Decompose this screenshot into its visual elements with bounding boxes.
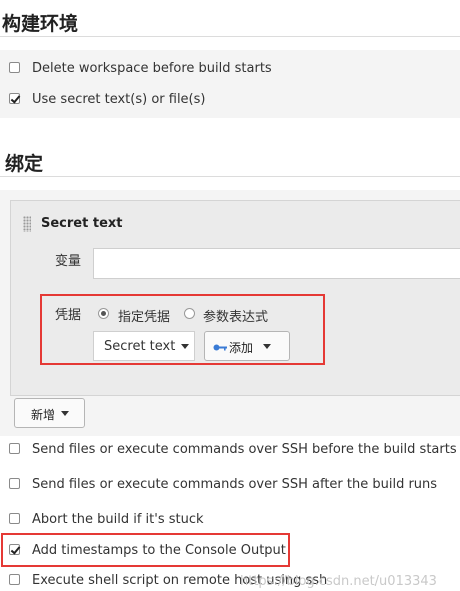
timestamps-highlight: [1, 533, 290, 567]
delete-workspace-label: Delete workspace before build starts: [32, 61, 272, 76]
credentials-highlight: [40, 294, 325, 365]
divider: [0, 176, 460, 177]
new-binding-label: 新增: [31, 408, 56, 422]
section-title-build-env: 构建环境: [2, 13, 79, 35]
ssh-after-checkbox[interactable]: [9, 478, 20, 489]
variable-input[interactable]: [93, 248, 460, 279]
ssh-before-label: Send files or execute commands over SSH …: [32, 442, 457, 457]
secret-text-title: Secret text: [41, 216, 123, 231]
use-secret-checkbox[interactable]: [9, 93, 20, 104]
watermark: https://blog.csdn.net/u013343: [240, 574, 437, 589]
use-secret-label: Use secret text(s) or file(s): [32, 92, 206, 107]
ssh-before-checkbox[interactable]: [9, 443, 20, 454]
abort-stuck-label: Abort the build if it's stuck: [32, 512, 204, 527]
ssh-after-label: Send files or execute commands over SSH …: [32, 477, 438, 492]
abort-stuck-checkbox[interactable]: [9, 513, 20, 524]
remote-shell-checkbox[interactable]: [9, 574, 20, 585]
section-title-bindings: 绑定: [5, 153, 44, 175]
variable-label: 变量: [55, 254, 82, 269]
drag-handle-icon[interactable]: [23, 216, 31, 232]
delete-workspace-checkbox[interactable]: [9, 62, 20, 73]
chevron-down-icon: [61, 411, 69, 416]
new-binding-button[interactable]: 新增: [14, 398, 85, 428]
divider: [0, 36, 460, 37]
